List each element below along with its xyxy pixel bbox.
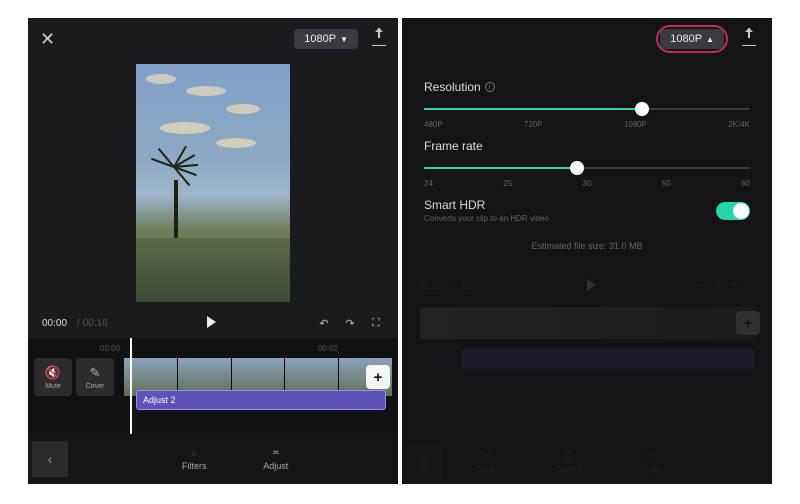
tick: 00:02 bbox=[318, 344, 338, 353]
editor-screen: ✕ 1080P ▼ 00 bbox=[28, 18, 398, 484]
cover-button[interactable]: ✎ Cover bbox=[76, 358, 114, 396]
quality-chip[interactable]: 1080P ▲ bbox=[660, 29, 724, 49]
redo-icon[interactable]: ↷ bbox=[342, 315, 358, 331]
bottom-bar: ‹ ◌ Filters ≍ Adjust bbox=[28, 434, 398, 484]
hdr-row: Smart HDR Converts your clip to an HDR v… bbox=[424, 198, 750, 223]
resolution-slider[interactable] bbox=[424, 102, 750, 116]
chevron-down-icon: ▼ bbox=[340, 35, 348, 44]
filters-tab[interactable]: ◌ Filters bbox=[154, 448, 236, 471]
add-clip-button[interactable]: + bbox=[366, 365, 390, 389]
top-bar-right: 1080P ▲ bbox=[402, 18, 772, 60]
play-button[interactable] bbox=[118, 316, 306, 331]
playback-controls: 00:00 / 00:16 ↶ ↷ ⛶ bbox=[28, 308, 398, 338]
adjust-clip[interactable]: Adjust 2 bbox=[136, 390, 386, 410]
resolution-knob[interactable] bbox=[635, 102, 649, 116]
estimate-text: Estimated file size: 31.0 MB bbox=[424, 241, 750, 251]
hdr-label: Smart HDR bbox=[424, 198, 485, 212]
hdr-sub: Converts your clip to an HDR video bbox=[424, 214, 549, 223]
top-bar: ✕ 1080P ▼ bbox=[28, 18, 398, 60]
export-icon[interactable] bbox=[742, 32, 756, 46]
quality-chip-label: 1080P bbox=[304, 33, 336, 45]
edit-icon: ✎ bbox=[90, 365, 101, 381]
back-button[interactable]: ‹ bbox=[32, 441, 68, 477]
close-icon[interactable]: ✕ bbox=[40, 29, 55, 50]
framerate-fill bbox=[424, 167, 577, 169]
hdr-toggle[interactable] bbox=[716, 202, 750, 220]
quality-chip-highlight: 1080P ▲ bbox=[656, 25, 728, 53]
mute-icon: 🔇 bbox=[45, 365, 61, 381]
playhead[interactable] bbox=[130, 338, 132, 434]
resolution-fill bbox=[424, 108, 642, 110]
resolution-row: Resolution i 480P 720P 1080P 2K/4K bbox=[424, 80, 750, 129]
timeline[interactable]: 00:00 00:02 🔇 Mute ✎ Cover + Adjust 2 bbox=[28, 338, 398, 434]
framerate-knob[interactable] bbox=[570, 161, 584, 175]
chevron-up-icon: ▲ bbox=[706, 35, 714, 44]
dimmed-bottom-bar: « ✂Split ⏱Speed ▭Crop bbox=[402, 440, 772, 484]
export-panel: Resolution i 480P 720P 1080P 2K/4K Frame… bbox=[402, 60, 772, 269]
current-time: 00:00 bbox=[42, 318, 67, 329]
mute-button[interactable]: 🔇 Mute bbox=[34, 358, 72, 396]
video-preview[interactable] bbox=[136, 64, 290, 302]
info-icon[interactable]: i bbox=[485, 82, 495, 92]
filters-icon: ◌ bbox=[192, 448, 197, 458]
quality-chip[interactable]: 1080P ▼ bbox=[294, 29, 358, 49]
play-icon bbox=[207, 316, 216, 328]
export-icon[interactable] bbox=[372, 32, 386, 46]
total-time: / 00:16 bbox=[77, 318, 108, 329]
export-settings-screen: 1080P ▲ Resolution i 480P bbox=[402, 18, 772, 484]
resolution-label: Resolution bbox=[424, 80, 481, 94]
add-clip-button: + bbox=[736, 311, 760, 335]
adjust-tab[interactable]: ≍ Adjust bbox=[235, 447, 317, 471]
dimmed-editor: 00:14/00:16 ✂↶↷⛶ + bbox=[402, 275, 772, 369]
adjust-icon: ≍ bbox=[272, 447, 280, 458]
fullscreen-icon[interactable]: ⛶ bbox=[368, 315, 384, 331]
framerate-label: Frame rate bbox=[424, 139, 483, 153]
tick: 00:00 bbox=[100, 344, 120, 353]
undo-icon[interactable]: ↶ bbox=[316, 315, 332, 331]
framerate-slider[interactable] bbox=[424, 161, 750, 175]
framerate-row: Frame rate 24 25 30 50 60 bbox=[424, 139, 750, 188]
